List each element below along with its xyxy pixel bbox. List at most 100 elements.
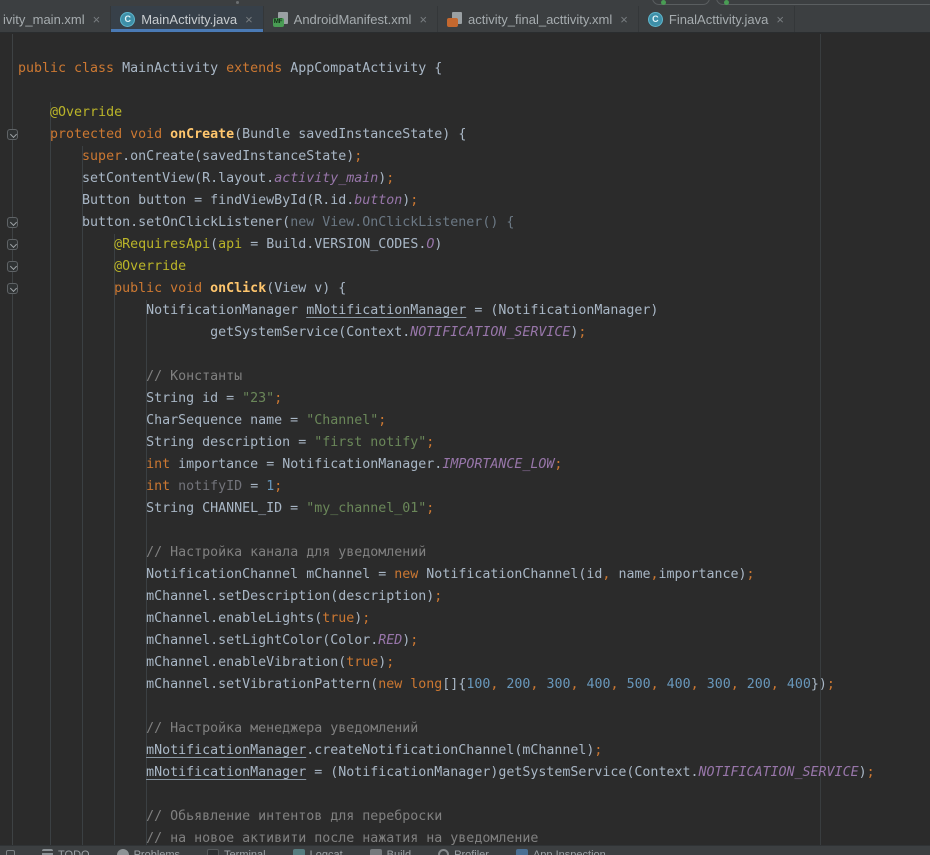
code-token: onCreate: [170, 127, 234, 142]
toolwindow-todo[interactable]: TODO: [42, 849, 90, 855]
fold-marker[interactable]: [7, 261, 18, 272]
code-token: new: [394, 567, 418, 582]
toolwindow-label: TODO: [58, 849, 90, 855]
code-token: ;: [274, 391, 282, 406]
code-line: int importance = NotificationManager.IMP…: [18, 454, 875, 476]
code-token: api: [218, 237, 242, 252]
profiler-icon: [438, 849, 449, 855]
code-token: @Override: [50, 105, 122, 120]
tab-close-icon[interactable]: ×: [91, 13, 101, 26]
code-token: new long: [378, 677, 442, 692]
tool-windows-icon[interactable]: [6, 850, 15, 855]
toolwindow-build[interactable]: Build: [370, 849, 411, 855]
code-token: (Bundle savedInstanceState) {: [234, 127, 466, 142]
code-token: ;: [354, 149, 362, 164]
java-class-icon: C: [648, 12, 663, 27]
code-token: = (NotificationManager)getSystemService(…: [306, 765, 698, 780]
code-token: ;: [410, 633, 418, 648]
tab-close-icon[interactable]: ×: [417, 13, 427, 26]
code-token: [18, 743, 146, 758]
toolwindow-label: Logcat: [310, 849, 343, 855]
toolwindow-profiler[interactable]: Profiler: [438, 849, 489, 855]
code-line: public void onClick(View v) {: [18, 278, 875, 300]
code-line: mChannel.enableVibration(true);: [18, 652, 875, 674]
code-line: @Override: [18, 102, 875, 124]
tab-androidmanifest-xml[interactable]: MFAndroidManifest.xml×: [264, 6, 438, 32]
toolwindow-terminal[interactable]: Terminal: [207, 849, 266, 855]
code-token: [659, 677, 667, 692]
code-line: // Константы: [18, 366, 875, 388]
code-token: = (NotificationManager): [466, 303, 658, 318]
code-token: ;: [386, 171, 394, 186]
toolwindow-app-inspection[interactable]: App Inspection: [516, 849, 606, 855]
code-token: [18, 545, 146, 560]
tab-close-icon[interactable]: ×: [618, 13, 628, 26]
code-token: RED: [378, 633, 402, 648]
toolwindow-label: Profiler: [454, 849, 489, 855]
code-token: ,: [651, 677, 659, 692]
fold-marker[interactable]: [7, 283, 18, 294]
code-line: int notifyID = 1;: [18, 476, 875, 498]
code-token: ,: [611, 677, 619, 692]
tab-close-icon[interactable]: ×: [774, 13, 784, 26]
code-token: [699, 677, 707, 692]
tab-mainactivity-java[interactable]: CMainActivity.java×: [111, 6, 263, 32]
run-icon[interactable]: [661, 0, 666, 5]
tab-activity-final-acttivity-xml[interactable]: activity_final_acttivity.xml×: [438, 6, 639, 32]
toolwindow-label: Terminal: [224, 849, 266, 855]
tab-label: FinalActtivity.java: [669, 12, 768, 27]
code-token: [18, 809, 146, 824]
fold-marker[interactable]: [7, 217, 18, 228]
device-widget-pill[interactable]: [716, 0, 930, 5]
code-token: 400: [787, 677, 811, 692]
fold-marker[interactable]: [7, 239, 18, 250]
code-token: "first notify": [314, 435, 426, 450]
code-editor[interactable]: public class MainActivity extends AppCom…: [0, 34, 930, 845]
code-token: ;: [410, 193, 418, 208]
code-line: mChannel.setLightColor(Color.RED);: [18, 630, 875, 652]
code-line: // Обьявление интентов для переброски: [18, 806, 875, 828]
code-token: ): [434, 237, 442, 252]
code-token: ,: [771, 677, 779, 692]
tab-finalacttivity-java[interactable]: C FinalActtivity.java ×: [639, 6, 795, 32]
build-icon: [370, 849, 382, 855]
code-token: [162, 127, 170, 142]
code-token: [202, 281, 210, 296]
code-token: [18, 765, 146, 780]
code-token: NotificationChannel(id: [418, 567, 602, 582]
code-token: true: [346, 655, 378, 670]
code-token: [18, 281, 114, 296]
code-token: public void: [114, 281, 202, 296]
code-token: 200: [747, 677, 771, 692]
code-token: [18, 479, 146, 494]
tab-ivity-main-xml[interactable]: ivity_main.xml×: [0, 6, 111, 32]
code-line: NotificationManager mNotificationManager…: [18, 300, 875, 322]
fold-marker[interactable]: [7, 129, 18, 140]
code-line: setContentView(R.layout.activity_main);: [18, 168, 875, 190]
gutter-fold-line: [12, 34, 13, 845]
code-token: IMPORTANCE_LOW: [442, 457, 554, 472]
run-icon[interactable]: [724, 0, 729, 5]
appinspect-icon: [516, 849, 528, 855]
code-token: .createNotificationChannel(mChannel): [306, 743, 594, 758]
tab-close-icon[interactable]: ×: [243, 13, 253, 26]
code-token: [18, 457, 146, 472]
code-token: [18, 721, 146, 736]
code-token: ): [859, 765, 867, 780]
code-token: ;: [578, 325, 586, 340]
code-token: String description =: [18, 435, 314, 450]
code-line: String id = "23";: [18, 388, 875, 410]
toolwindow-problems[interactable]: Problems: [117, 849, 180, 855]
code-token: 300: [707, 677, 731, 692]
code-token: super: [82, 149, 122, 164]
code-line: // Настройка менеджера уведомлений: [18, 718, 875, 740]
code-line: [18, 696, 875, 718]
tab-label: MainActivity.java: [141, 12, 237, 27]
code-token: "my_channel_01": [306, 501, 426, 516]
code-token: [18, 105, 50, 120]
code-line: @Override: [18, 256, 875, 278]
code-token: NOTIFICATION_SERVICE: [410, 325, 570, 340]
code-token: true: [322, 611, 354, 626]
code-token: name: [610, 567, 650, 582]
toolwindow-logcat[interactable]: Logcat: [293, 849, 343, 855]
